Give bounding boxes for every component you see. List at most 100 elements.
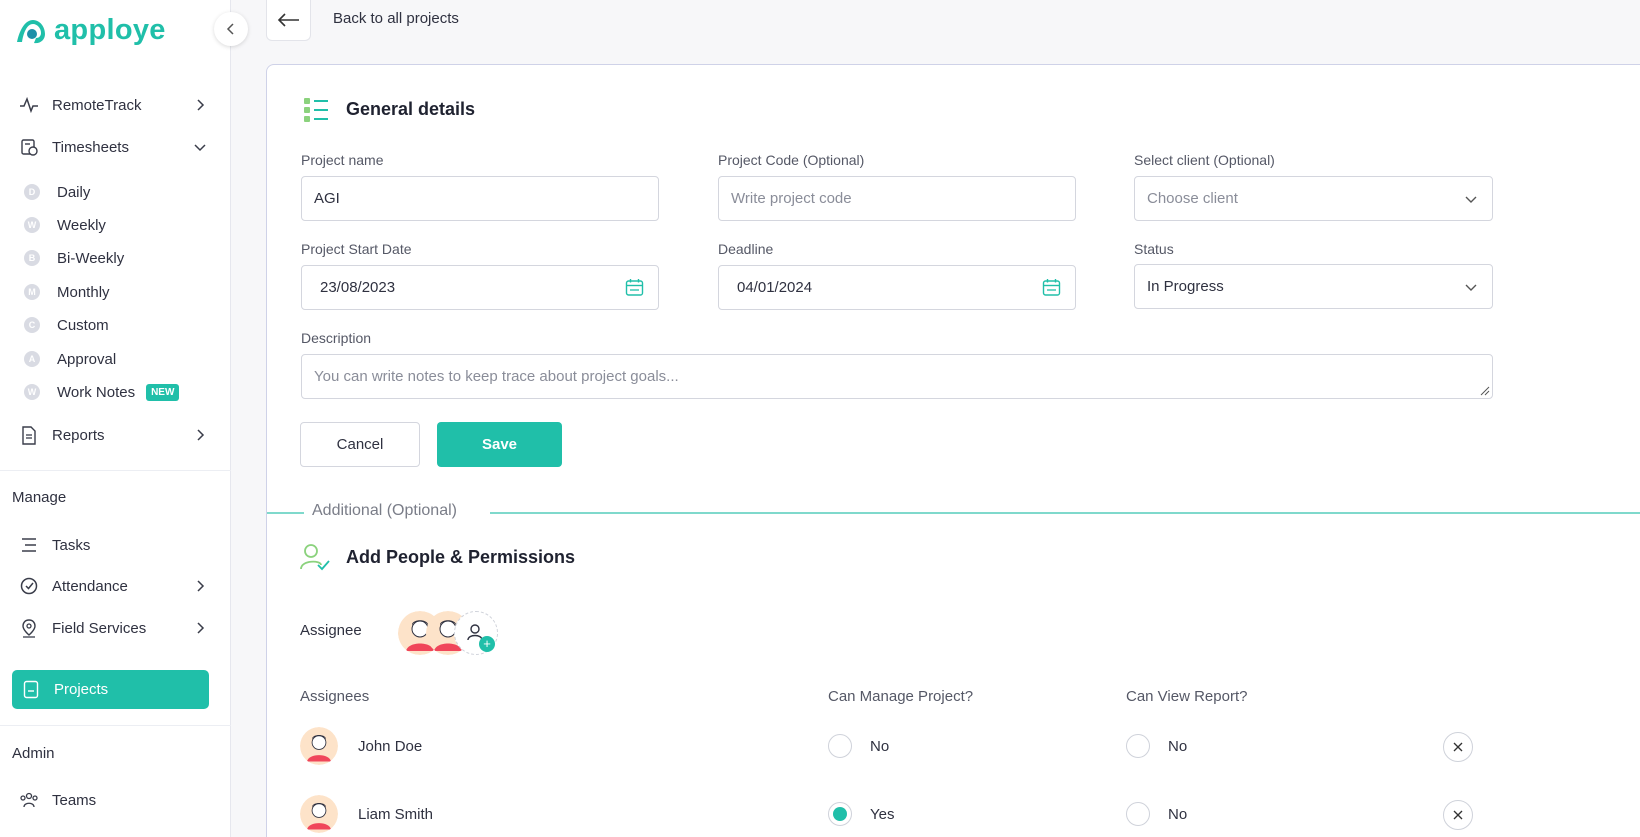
client-placeholder: Choose client <box>1147 190 1238 207</box>
manage-radio[interactable] <box>828 734 852 758</box>
nav-remotetrack[interactable]: RemoteTrack <box>18 90 208 120</box>
report-radio-label: No <box>1168 738 1188 755</box>
sub-item-work-notes[interactable]: W Work Notes NEW <box>24 380 180 404</box>
list-icon <box>304 98 328 122</box>
assignee-name: Liam Smith <box>358 806 434 823</box>
chevron-down-icon <box>1465 196 1477 203</box>
avatar <box>300 795 338 833</box>
sub-item-approval[interactable]: A Approval <box>24 347 116 371</box>
letter-badge: C <box>24 317 40 333</box>
nav-label: Field Services <box>52 619 147 637</box>
back-button[interactable] <box>266 0 311 41</box>
sidebar-divider <box>0 470 231 471</box>
sub-item-label: Work Notes <box>57 383 136 401</box>
nav-reports[interactable]: Reports <box>18 420 208 450</box>
sub-item-monthly[interactable]: M Monthly <box>24 280 110 304</box>
new-badge: NEW <box>146 383 180 401</box>
nav-field-services[interactable]: Field Services <box>18 613 208 643</box>
letter-badge: B <box>24 250 40 266</box>
report-icon <box>18 424 40 446</box>
manage-radio-label: Yes <box>870 806 895 823</box>
start-date-value: 23/08/2023 <box>320 279 396 296</box>
col-assignees: Assignees <box>300 688 370 705</box>
col-can-manage: Can Manage Project? <box>828 688 974 705</box>
section-manage: Manage <box>12 489 67 506</box>
sub-item-label: Bi-Weekly <box>57 249 125 267</box>
description-placeholder: You can write notes to keep trace about … <box>314 368 679 385</box>
cancel-button[interactable]: Cancel <box>300 422 420 467</box>
project-name-input[interactable]: AGI <box>301 176 659 221</box>
sub-item-label: Monthly <box>57 283 110 301</box>
project-name-label: Project name <box>301 152 384 168</box>
calendar-icon[interactable] <box>625 278 644 297</box>
resize-handle-icon[interactable] <box>1480 386 1490 396</box>
nav-label: RemoteTrack <box>52 96 142 114</box>
additional-separator-label: Additional (Optional) <box>312 502 457 519</box>
tasks-icon <box>18 534 40 556</box>
chevron-right-icon <box>197 99 205 111</box>
project-code-input[interactable]: Write project code <box>718 176 1076 221</box>
sub-item-bi-weekly[interactable]: B Bi-Weekly <box>24 246 124 270</box>
letter-badge: A <box>24 351 40 367</box>
sub-item-custom[interactable]: C Custom <box>24 313 109 337</box>
separator-line <box>267 512 304 514</box>
project-name-value: AGI <box>314 190 340 207</box>
chevron-left-icon <box>226 23 234 35</box>
sub-item-label: Custom <box>57 316 109 334</box>
separator-line <box>490 512 1640 514</box>
avatar <box>300 727 338 765</box>
plus-icon: + <box>479 636 495 652</box>
app-name: apploye <box>54 14 166 46</box>
manage-radio[interactable] <box>828 802 852 826</box>
letter-badge: M <box>24 284 40 300</box>
nav-attendance[interactable]: Attendance <box>18 571 208 601</box>
chevron-right-icon <box>197 580 205 592</box>
sub-item-weekly[interactable]: W Weekly <box>24 213 106 237</box>
section-admin: Admin <box>12 745 55 762</box>
chevron-right-icon <box>197 429 205 441</box>
start-date-label: Project Start Date <box>301 241 412 257</box>
sub-item-label: Weekly <box>57 216 106 234</box>
nav-timesheets[interactable]: Timesheets <box>18 132 208 162</box>
nav-label: Attendance <box>52 577 128 595</box>
sub-item-label: Approval <box>57 350 117 368</box>
add-assignee-button[interactable]: + <box>454 611 498 655</box>
project-icon <box>20 679 42 701</box>
attendance-icon <box>18 575 40 597</box>
calendar-icon[interactable] <box>1042 278 1061 297</box>
start-date-input[interactable]: 23/08/2023 <box>301 265 659 310</box>
status-label: Status <box>1134 241 1174 257</box>
app-logo[interactable]: apploye <box>14 14 166 47</box>
report-radio-label: No <box>1168 806 1188 823</box>
back-link[interactable]: Back to all projects <box>333 10 459 27</box>
activity-icon <box>18 94 40 116</box>
people-permissions-title: Add People & Permissions <box>346 547 576 567</box>
project-code-placeholder: Write project code <box>731 190 852 207</box>
assignee-label: Assignee <box>300 622 362 639</box>
nav-projects[interactable]: Projects <box>12 670 209 709</box>
report-radio[interactable] <box>1126 802 1150 826</box>
teams-icon <box>18 789 40 811</box>
description-label: Description <box>301 330 372 346</box>
remove-assignee-button[interactable] <box>1443 732 1473 762</box>
collapse-sidebar-button[interactable] <box>214 12 248 46</box>
remove-assignee-button[interactable] <box>1443 800 1473 830</box>
nav-tasks[interactable]: Tasks <box>18 530 208 560</box>
sidebar-divider <box>0 725 231 726</box>
location-pin-icon <box>18 617 40 639</box>
nav-label: Reports <box>52 426 105 444</box>
deadline-input[interactable]: 04/01/2024 <box>718 265 1076 310</box>
client-select[interactable]: Choose client <box>1134 176 1493 221</box>
report-radio[interactable] <box>1126 734 1150 758</box>
assignee-name: John Doe <box>358 738 423 755</box>
sub-item-daily[interactable]: D Daily <box>24 180 90 204</box>
sidebar: apploye RemoteTrack Timesheets D Daily W… <box>0 0 231 837</box>
nav-teams[interactable]: Teams <box>18 785 208 815</box>
apploye-logo-icon <box>17 19 45 43</box>
description-textarea[interactable]: You can write notes to keep trace about … <box>301 354 1493 399</box>
letter-badge: D <box>24 184 40 200</box>
manage-radio-label: No <box>870 738 890 755</box>
letter-badge: W <box>24 384 40 400</box>
save-button[interactable]: Save <box>437 422 562 467</box>
status-select[interactable]: In Progress <box>1134 264 1493 309</box>
